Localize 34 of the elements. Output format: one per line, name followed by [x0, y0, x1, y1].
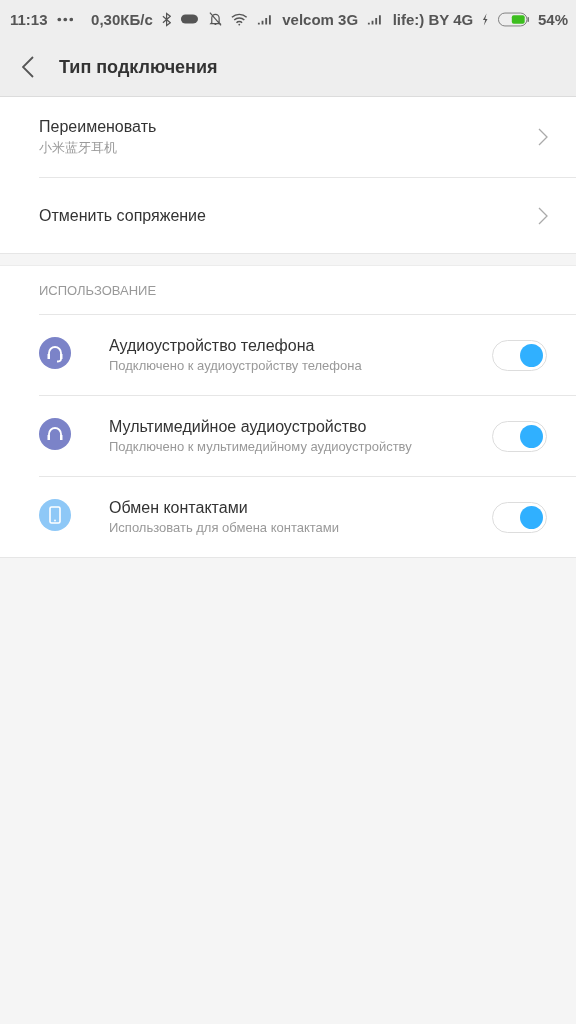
carrier-name: velcom 3G — [282, 10, 359, 28]
settings-row[interactable]: Отменить сопряжение — [39, 178, 576, 253]
chevron-right-icon — [538, 128, 548, 146]
row-title: Аудиоустройство телефона — [109, 337, 316, 355]
row-title: Мультимедийное аудиоустройство — [109, 418, 368, 436]
more-notifications-icon — [56, 16, 74, 22]
page-title: Тип подключения — [59, 56, 218, 78]
chevron-right-icon — [538, 206, 548, 225]
row-value: 小米蓝牙耳机 — [39, 138, 118, 157]
row-label: Отменить сопряжение — [39, 206, 207, 225]
phone-icon — [39, 499, 71, 531]
bluetooth-icon — [161, 11, 171, 27]
toggle-switch[interactable] — [492, 420, 547, 452]
toggle-switch[interactable] — [492, 339, 547, 371]
toggle-switch[interactable] — [492, 501, 547, 533]
row-label: Переименовать — [39, 117, 158, 136]
clock-time: 11:13 — [10, 10, 48, 28]
row-subtitle: Подключено к аудиоустройству телефона — [109, 358, 363, 373]
row-subtitle: Подключено к мультимедийному аудиоустройству — [109, 439, 413, 454]
row-subtitle: Использовать для обмена контактами — [109, 520, 341, 535]
carrier-name: life:) BY 4G — [392, 10, 474, 28]
section-heading: ИСПОЛЬЗОВАНИЕ — [39, 282, 157, 298]
charging-icon — [482, 12, 489, 26]
row-title: Обмен контактами — [109, 499, 249, 517]
battery-percent: 54% — [537, 10, 568, 28]
signal-icon — [367, 13, 384, 25]
battery-icon — [497, 11, 529, 27]
bell-muted-icon — [209, 11, 223, 27]
signal-icon — [256, 13, 274, 25]
wifi-icon — [231, 12, 248, 26]
headset-icon — [39, 337, 71, 369]
network-speed: 0,30КБ/с — [91, 10, 153, 28]
headphones-icon — [39, 418, 71, 450]
settings-row[interactable]: Переименовать 小米蓝牙耳机 — [39, 97, 576, 178]
